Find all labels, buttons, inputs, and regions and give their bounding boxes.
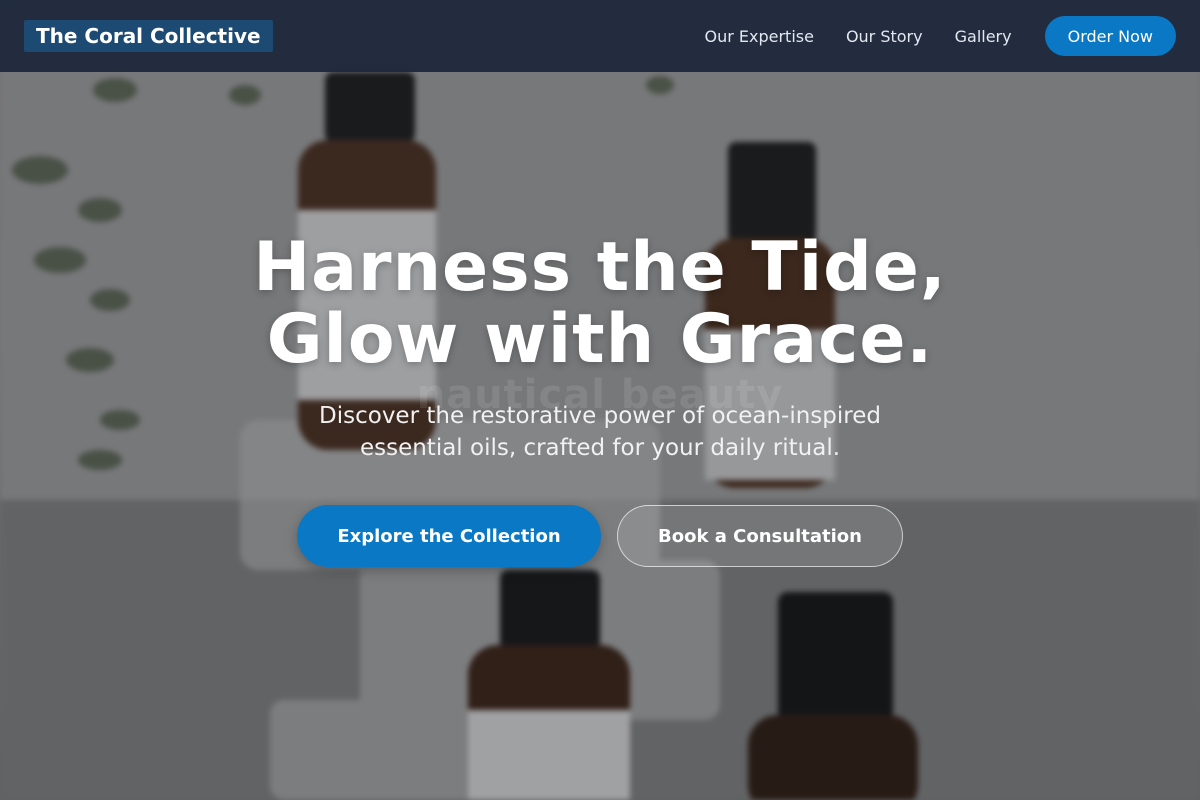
hero-subheadline-line-2: essential oils, crafted for your daily r…	[359, 435, 841, 461]
order-now-button[interactable]: Order Now	[1044, 16, 1176, 56]
hero-headline: Harness the Tide, Glow with Grace.	[0, 232, 1200, 376]
page: nautical beauty Harness the Tide, Glow w…	[0, 0, 1200, 800]
hero-headline-line-2: Glow with Grace.	[266, 300, 934, 379]
nav-link-gallery[interactable]: Gallery	[955, 27, 1012, 46]
nav-link-our-expertise[interactable]: Our Expertise	[704, 27, 813, 46]
hero-subheadline: Discover the restorative power of ocean-…	[0, 400, 1200, 464]
explore-collection-button[interactable]: Explore the Collection	[297, 505, 601, 567]
book-consultation-button[interactable]: Book a Consultation	[617, 505, 903, 567]
hero-headline-line-1: Harness the Tide,	[253, 228, 947, 307]
nav-links: Our Expertise Our Story Gallery Order No…	[672, 16, 1176, 56]
top-navigation: The Coral Collective Our Expertise Our S…	[0, 0, 1200, 72]
brand-logo[interactable]: The Coral Collective	[24, 20, 273, 52]
nav-link-our-story[interactable]: Our Story	[846, 27, 923, 46]
hero-subheadline-line-1: Discover the restorative power of ocean-…	[319, 403, 881, 429]
hero-cta-group: Explore the Collection Book a Consultati…	[0, 505, 1200, 567]
